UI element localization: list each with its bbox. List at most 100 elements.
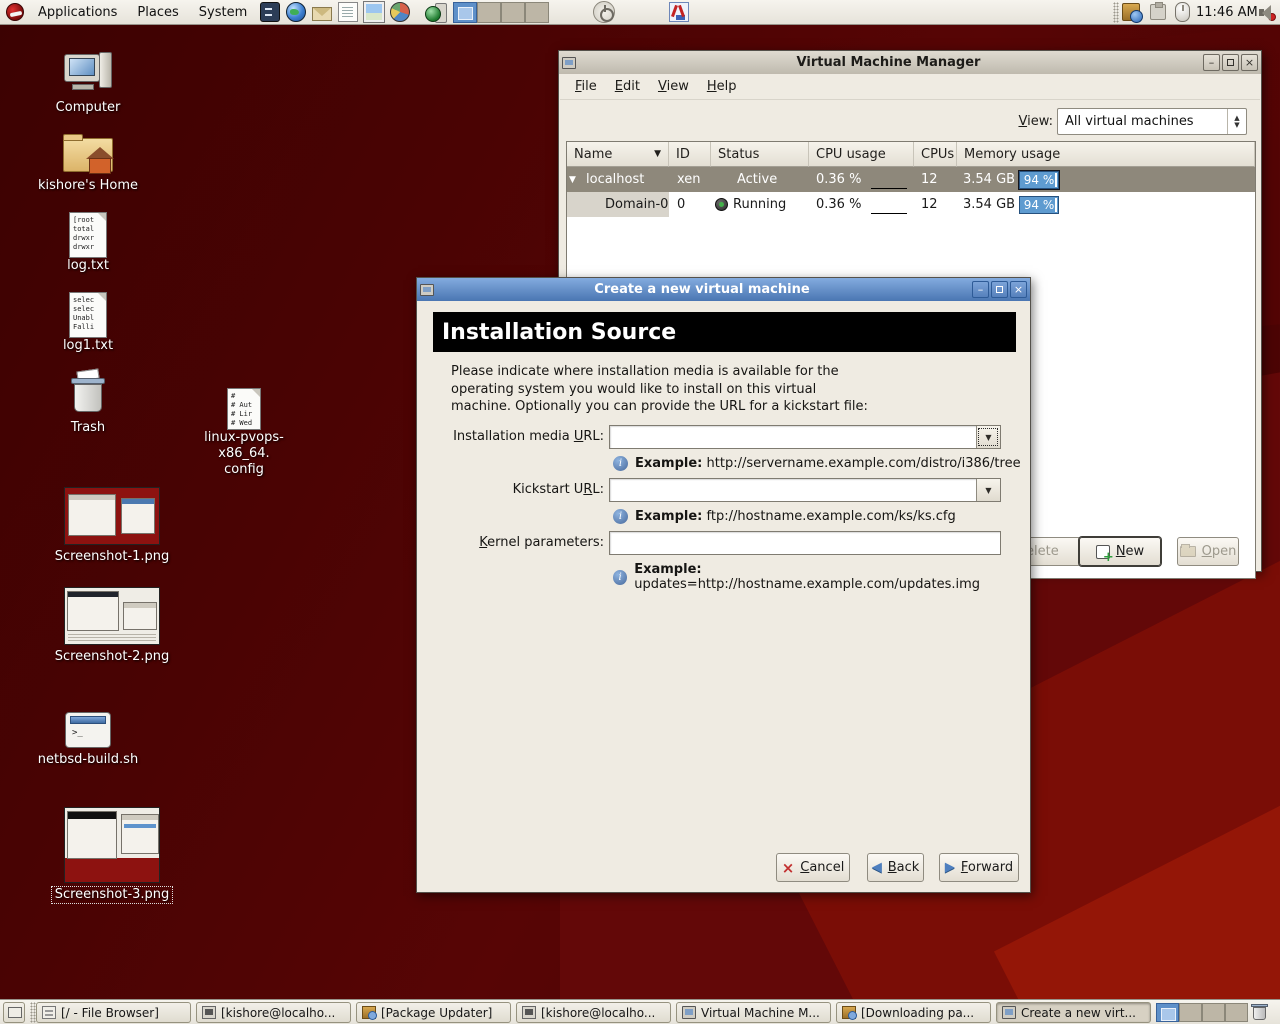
volume-muted-icon[interactable] (1258, 3, 1276, 21)
close-icon[interactable]: × (1010, 281, 1027, 298)
dropdown-arrow-icon[interactable]: ▼ (976, 426, 1000, 448)
text-file-icon: [root total drwxr drwxr (69, 212, 107, 258)
new-button[interactable]: New (1079, 537, 1161, 566)
desktop-icon-computer[interactable]: Computer (28, 52, 148, 116)
kernel-parameters-label: Kernel parameters: (441, 531, 604, 555)
vmm-titlebar[interactable]: Virtual Machine Manager – × (559, 51, 1261, 74)
vmm-window-icon (562, 57, 576, 69)
kickstart-url-combobox[interactable]: ▼ (609, 478, 1001, 502)
system-monitor-launcher-icon[interactable] (390, 2, 410, 22)
desktop-icon-label: Screenshot-1.png (52, 549, 172, 565)
image-viewer-launcher-icon[interactable] (364, 2, 384, 22)
menu-edit[interactable]: Edit (606, 79, 649, 94)
workspace-2[interactable] (477, 2, 501, 23)
menu-view[interactable]: View (649, 79, 698, 94)
vm-memory: 3.54 GB (963, 167, 1017, 192)
document-launcher-icon[interactable] (338, 2, 358, 22)
cancel-button[interactable]: × Cancel (776, 853, 850, 882)
email-launcher-icon[interactable] (312, 7, 332, 21)
desktop-icon-log-txt[interactable]: [root total drwxr drwxr log.txt (28, 212, 148, 274)
workspace-1[interactable] (453, 2, 477, 23)
terminal-launcher-icon[interactable] (260, 2, 280, 22)
vnc-icon[interactable] (669, 2, 689, 22)
show-desktop-button[interactable] (3, 1002, 25, 1023)
workspace-2[interactable] (1179, 1003, 1202, 1022)
desktop-icon-netbsd-build[interactable]: >_ netbsd-build.sh (28, 712, 148, 768)
open-button[interactable]: Open (1177, 537, 1239, 566)
software-update-icon[interactable] (1122, 3, 1140, 21)
column-header-cpu-usage[interactable]: CPU usage (809, 142, 914, 167)
web-browser-launcher-icon[interactable] (286, 2, 306, 22)
taskbar-item-terminal-2[interactable]: [kishore@localho... (516, 1002, 671, 1023)
info-icon: i (613, 456, 628, 471)
trash-applet-icon[interactable] (1251, 1003, 1269, 1022)
desktop-icon-trash[interactable]: Trash (28, 370, 148, 436)
screenshot-thumbnail (64, 487, 160, 545)
taskbar-item-vmm[interactable]: Virtual Machine M... (676, 1002, 831, 1023)
close-icon[interactable]: × (1241, 54, 1258, 71)
taskbar-item-package-updater[interactable]: [Package Updater] (356, 1002, 511, 1023)
desktop-icon-log1-txt[interactable]: selec selec Unabl Falli log1.txt (28, 292, 148, 354)
clock[interactable]: 11:46 AM (1196, 5, 1258, 20)
config-file-icon: # # Aut # Lir # Wed (227, 388, 261, 430)
mouse-applet-icon[interactable] (1175, 2, 1190, 22)
menu-system[interactable]: System (189, 0, 257, 25)
vm-id: 0 (677, 192, 711, 217)
redhat-menu-icon[interactable] (6, 3, 24, 21)
desktop-icon-screenshot-3[interactable]: Screenshot-3.png (52, 807, 172, 903)
back-arrow-icon: ◀ (872, 860, 882, 875)
vm-memory: 3.54 GB (963, 192, 1017, 217)
expander-icon[interactable]: ▼ (569, 167, 585, 192)
column-header-memory-usage[interactable]: Memory usage (957, 142, 1255, 167)
column-header-id[interactable]: ID (669, 142, 711, 167)
menu-help[interactable]: Help (698, 79, 746, 94)
workspace-3[interactable] (1202, 1003, 1225, 1022)
taskbar-item-downloading[interactable]: [Downloading pa... (836, 1002, 991, 1023)
virt-manager-tray-icon[interactable] (425, 2, 447, 22)
media-url-combobox[interactable]: ▼ (609, 425, 1001, 449)
dialog-titlebar[interactable]: Create a new virtual machine – × (417, 278, 1030, 301)
kernel-parameters-value (610, 536, 614, 551)
top-workspace-switcher (453, 2, 549, 23)
menu-file[interactable]: File (566, 79, 606, 94)
view-filter-label: View: (967, 114, 1053, 129)
workspace-4[interactable] (1225, 1003, 1248, 1022)
forward-button[interactable]: ▶ Forward (939, 853, 1019, 882)
taskbar-item-terminal-1[interactable]: [kishore@localho... (196, 1002, 351, 1023)
column-header-status[interactable]: Status (711, 142, 809, 167)
table-row-localhost[interactable]: ▼ localhost xen Active 0.36 % 12 3.54 GB… (567, 167, 1255, 192)
workspace-1[interactable] (1156, 1003, 1179, 1022)
cancel-icon: × (782, 859, 795, 877)
bottom-panel: [/ - File Browser] [kishore@localho... [… (0, 999, 1280, 1024)
desktop-icon-label: netbsd-build.sh (28, 752, 148, 768)
maximize-icon[interactable] (991, 281, 1008, 298)
minimize-icon[interactable]: – (1203, 54, 1220, 71)
workspace-3[interactable] (501, 2, 525, 23)
taskbar-item-file-browser[interactable]: [/ - File Browser] (36, 1002, 191, 1023)
shutdown-applet-icon[interactable] (593, 1, 615, 23)
desktop-icon-home[interactable]: kishore's Home (28, 132, 148, 194)
view-filter-combobox[interactable]: All virtual machines ▲▼ (1057, 108, 1247, 135)
media-url-value (610, 430, 614, 445)
kickstart-url-example: i Example: ftp://hostname.example.com/ks… (613, 509, 956, 524)
back-button[interactable]: ◀ Back (867, 853, 924, 882)
minimize-icon[interactable]: – (972, 281, 989, 298)
workspace-4[interactable] (525, 2, 549, 23)
desktop-icon-screenshot-1[interactable]: Screenshot-1.png (52, 487, 172, 565)
column-header-name[interactable]: Name ▼ (567, 142, 669, 167)
kickstart-url-value (610, 483, 614, 498)
table-row-domain-0[interactable]: Domain-0 0 Running 0.36 % 12 3.54 GB 94 … (567, 192, 1255, 217)
desktop-icon-label: Screenshot-2.png (52, 649, 172, 665)
dropdown-arrow-icon[interactable]: ▼ (976, 479, 1000, 501)
clipboard-applet-icon[interactable] (1150, 4, 1166, 20)
column-header-cpus[interactable]: CPUs (914, 142, 957, 167)
menu-applications[interactable]: Applications (28, 0, 127, 25)
taskbar-item-create-vm[interactable]: Create a new virt... (996, 1002, 1151, 1023)
vmm-menubar: File Edit View Help (560, 74, 1260, 100)
desktop-icon-config-file[interactable]: # # Aut # Lir # Wed linux-pvops-x86_64.c… (184, 388, 304, 478)
desktop-icon-screenshot-2[interactable]: Screenshot-2.png (52, 587, 172, 665)
terminal-icon (522, 1006, 536, 1019)
kernel-parameters-input[interactable] (609, 531, 1001, 555)
menu-places[interactable]: Places (127, 0, 188, 25)
maximize-icon[interactable] (1222, 54, 1239, 71)
